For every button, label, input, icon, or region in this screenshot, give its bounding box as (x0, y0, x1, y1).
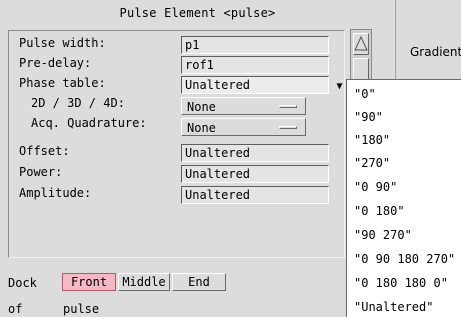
offset-field[interactable]: Unaltered (181, 144, 329, 162)
phase-option[interactable]: "270" (354, 154, 390, 172)
offset-label: Offset: (19, 144, 70, 158)
phase-table-label: Phase table: (19, 76, 106, 90)
acq-quadrature-label: Acq. Quadrature: (31, 116, 147, 130)
gradient-label[interactable]: Gradient (410, 45, 461, 59)
pulse-form-panel: Pulse width: p1 Pre-delay: rof1 Phase ta… (8, 30, 345, 258)
acq-quadrature-option-menu[interactable]: None (181, 118, 306, 136)
option-menu-indicator-icon (279, 126, 297, 129)
phase-option[interactable]: "90 270" (354, 226, 412, 244)
footer-target: pulse (63, 302, 100, 316)
dock-end-button[interactable]: End (172, 273, 226, 291)
phase-table-dropdown-arrow-icon[interactable]: ▼ (334, 82, 345, 92)
amplitude-field[interactable]: Unaltered (181, 186, 329, 204)
phase-table-field[interactable]: Unaltered (181, 76, 329, 94)
phase-table-dropdown-list[interactable]: "0" "90" "180" "270" "0 90" "0 180" "90 … (346, 79, 461, 317)
power-field[interactable]: Unaltered (181, 165, 329, 183)
phase-option[interactable]: "90" (354, 108, 383, 126)
pulse-element-dialog: Pulse Element <pulse> Gradient Pulse wid… (0, 0, 461, 317)
phase-option[interactable]: "0 90 180 270" (354, 250, 455, 268)
of-label: of (8, 302, 23, 316)
dock-label: Dock (8, 276, 37, 290)
phase-option[interactable]: "Unaltered" (354, 298, 433, 316)
option-menu-indicator-icon (279, 105, 297, 108)
scroll-up-arrow-icon (354, 35, 368, 51)
phase-option[interactable]: "0 180" (354, 202, 405, 220)
scroll-up-button[interactable] (353, 33, 369, 55)
power-label: Power: (19, 165, 63, 179)
dock-middle-button[interactable]: Middle (118, 273, 170, 291)
phase-option[interactable]: "0 180 180 0" (354, 274, 448, 292)
dialog-title: Pulse Element <pulse> (119, 6, 276, 20)
footer-row: of pulse (8, 302, 99, 317)
pre-delay-label: Pre-delay: (19, 56, 92, 70)
acq-quadrature-value: None (187, 121, 216, 135)
dock-front-button[interactable]: Front (62, 273, 116, 291)
amplitude-label: Amplitude: (19, 186, 92, 200)
dimension-value: None (187, 100, 216, 114)
dimension-option-menu[interactable]: None (181, 97, 306, 115)
pulse-width-field[interactable]: p1 (181, 36, 329, 54)
dimension-label: 2D / 3D / 4D: (31, 96, 125, 110)
phase-option[interactable]: "180" (354, 131, 390, 149)
pre-delay-field[interactable]: rof1 (181, 56, 329, 74)
phase-option[interactable]: "0 90" (354, 178, 397, 196)
pulse-width-label: Pulse width: (19, 36, 106, 50)
phase-option[interactable]: "0" (354, 85, 376, 103)
